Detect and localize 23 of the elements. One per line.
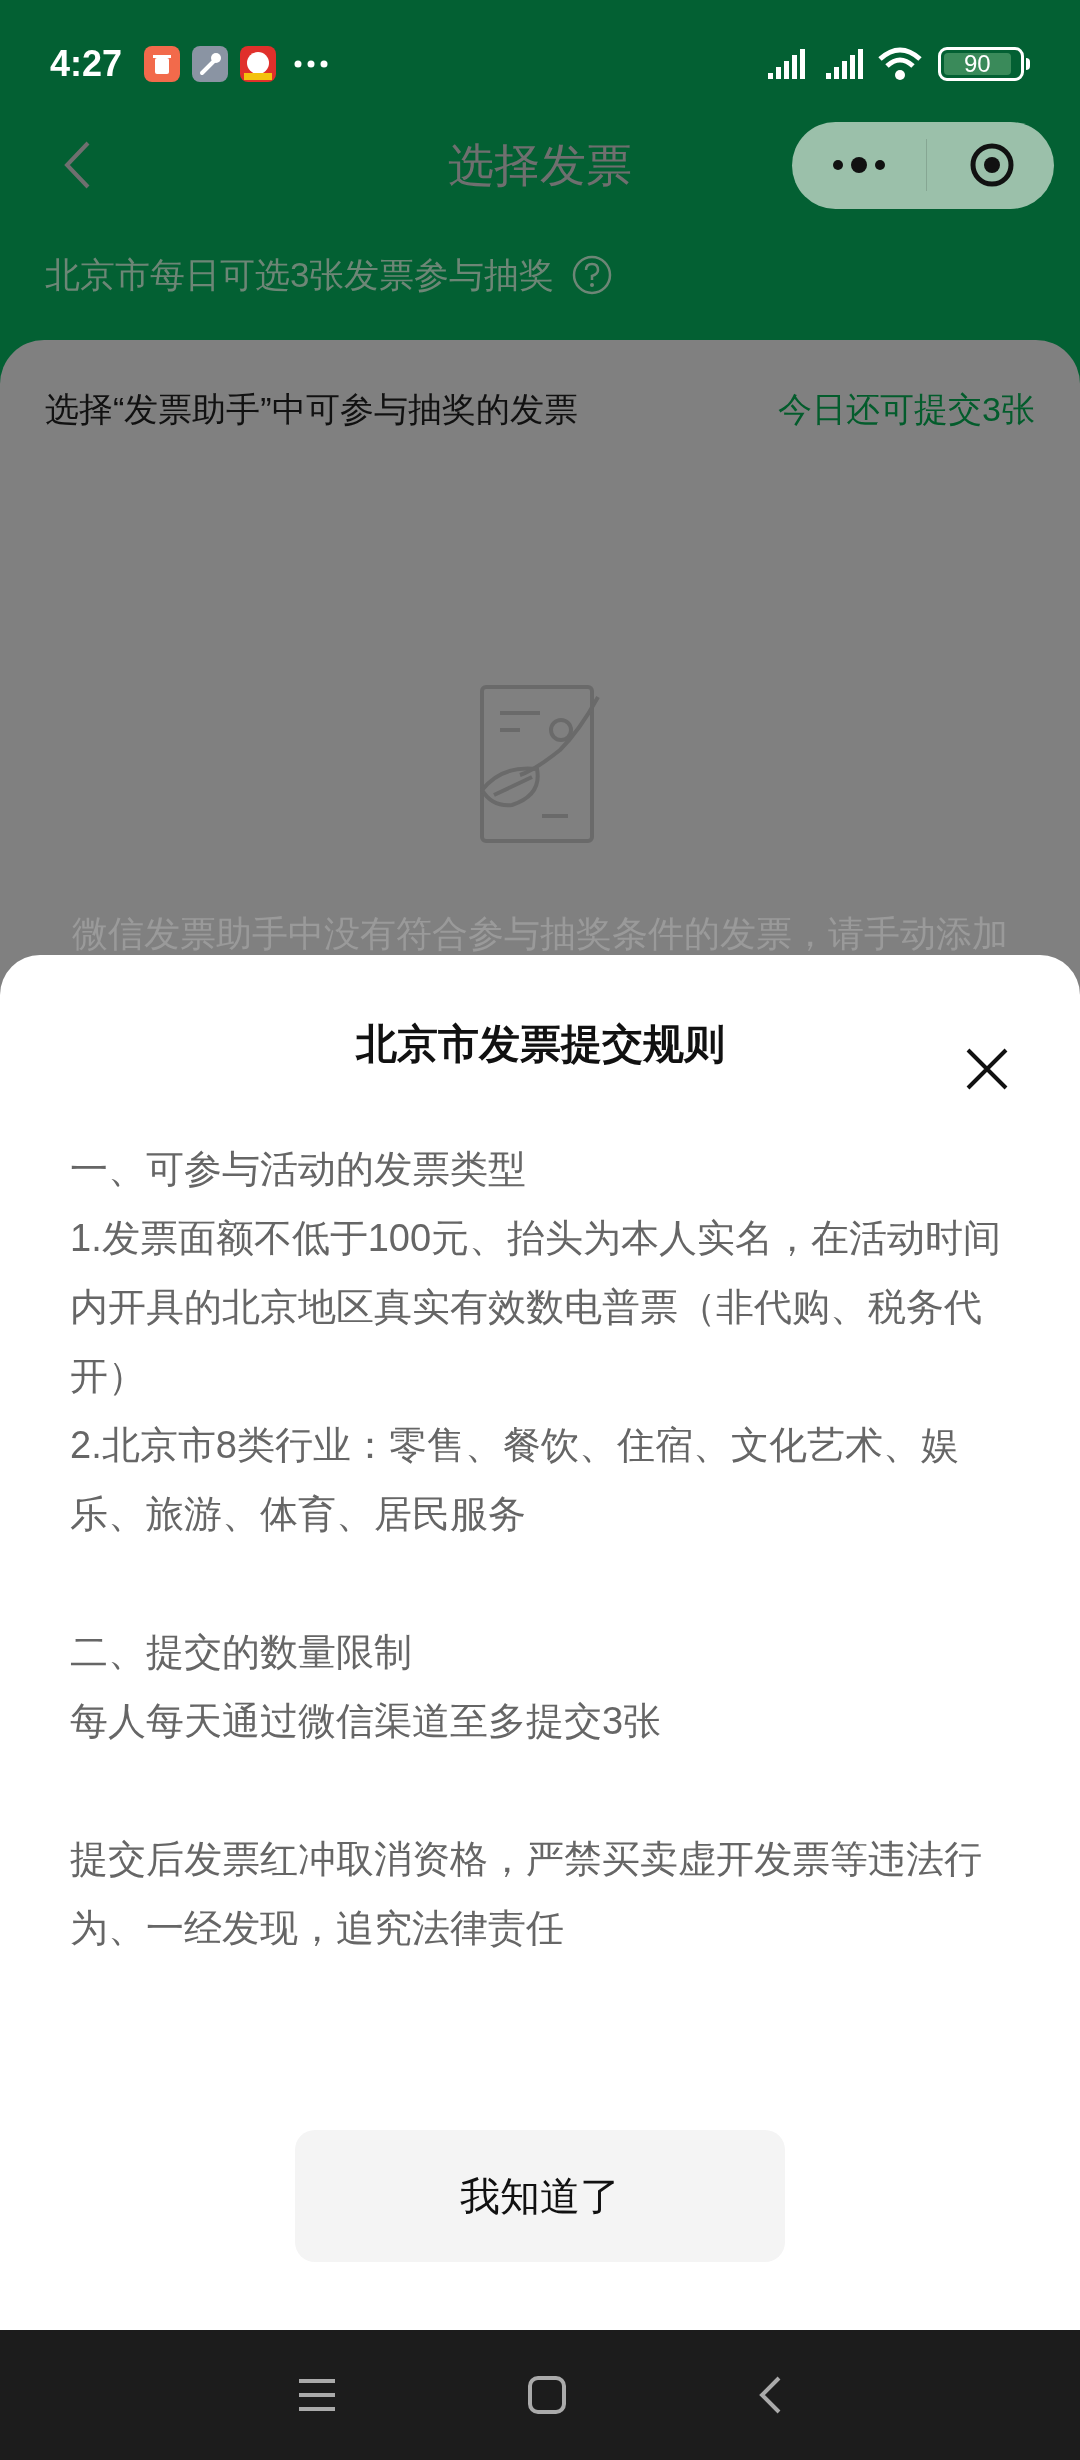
wifi-icon bbox=[878, 47, 922, 81]
rule-text: 1.发票面额不低于100元、抬头为本人实名，在活动时间内开具的北京地区真实有效数电普票（非代购、税务代开） bbox=[70, 1216, 1003, 1399]
menu-icon[interactable] bbox=[297, 2378, 337, 2412]
status-time: 4:27 bbox=[50, 42, 123, 86]
trash-app-icon bbox=[144, 46, 181, 82]
home-icon[interactable] bbox=[527, 2375, 567, 2415]
sheet-title: 北京市发票提交规则 bbox=[355, 1020, 725, 1070]
rule-text: 2.北京市8类行业：零售、餐饮、住宿、文化艺术、娱乐、旅游、体育、居民服务 bbox=[70, 1423, 960, 1537]
rule-text: 一、可参与活动的发票类型 bbox=[70, 1147, 527, 1192]
rule-text: 每人每天通过微信渠道至多提交3张 bbox=[70, 1699, 663, 1744]
rule-text: 提交后发票红冲取消资格，严禁买卖虚开发票等违法行为、一经发现，追究法律责任 bbox=[70, 1837, 983, 1951]
remaining-count: 今日还可提交3张 bbox=[778, 389, 1035, 430]
rule-text: 二、提交的数量限制 bbox=[70, 1630, 413, 1675]
card-title: 选择“发票助手”中可参与抽奖的发票 bbox=[45, 389, 578, 430]
page-title: 选择发票 bbox=[447, 137, 633, 193]
more-notifications-icon bbox=[294, 60, 329, 68]
close-icon[interactable] bbox=[965, 1047, 1009, 1091]
confirm-button[interactable]: 我知道了 bbox=[295, 2130, 785, 2262]
wrench-app-icon bbox=[192, 46, 229, 82]
more-icon[interactable] bbox=[832, 157, 886, 173]
close-miniprogram-icon[interactable] bbox=[969, 142, 1015, 188]
back-icon[interactable] bbox=[757, 2375, 783, 2415]
rule-notice: 北京市每日可选3张发票参与抽奖 bbox=[45, 253, 555, 296]
